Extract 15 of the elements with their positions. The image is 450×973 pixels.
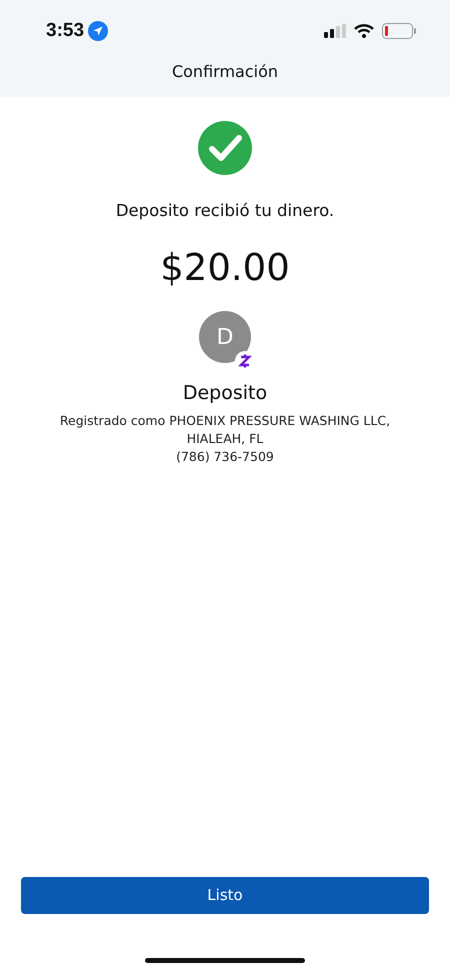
- amount: $20.00: [160, 244, 290, 291]
- wifi-icon: [354, 24, 374, 38]
- checkmark-icon: [198, 121, 252, 175]
- signal-icon: [324, 24, 346, 38]
- location-icon: [88, 21, 108, 41]
- battery-icon: [382, 23, 416, 39]
- status-time: 3:53: [46, 18, 84, 43]
- recipient-detail: Registrado como PHOENIX PRESSURE WASHING LLC,: [60, 412, 390, 430]
- avatar: D: [199, 311, 251, 364]
- done-button[interactable]: Listo: [21, 877, 429, 914]
- recipient-detail: (786) 736-7509: [175, 448, 275, 466]
- screen-title: Confirmación: [170, 61, 280, 83]
- recipient-name: Deposito: [182, 381, 268, 406]
- recipient-detail: HIALEAH, FL: [186, 430, 264, 448]
- confirmation-message: Deposito recibió tu dinero.: [116, 200, 334, 222]
